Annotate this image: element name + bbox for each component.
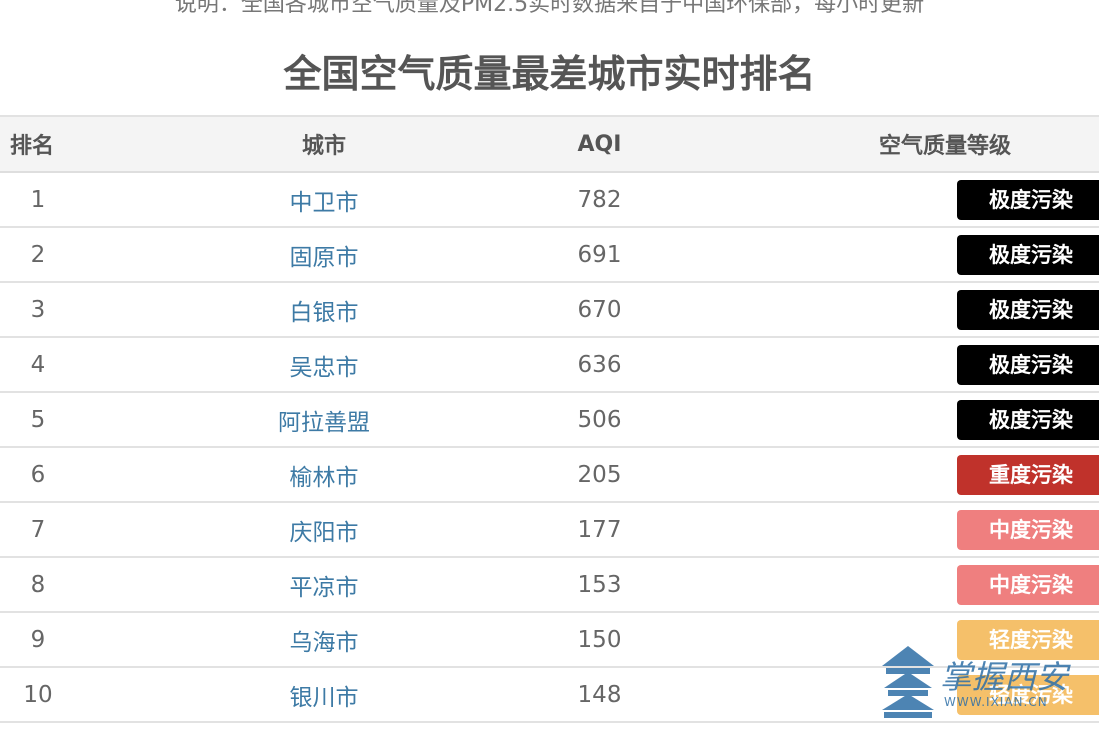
pollution-level-badge: 重度污染 <box>957 454 1099 495</box>
header-level: 空气质量等级 <box>627 115 1099 173</box>
level-cell: 极度污染 <box>627 227 1099 283</box>
watermark-name: 掌握西安 <box>940 658 1069 696</box>
table-row: 4 吴忠市 636 极度污染 <box>0 337 1099 393</box>
pollution-level-badge: 中度污染 <box>957 564 1099 605</box>
pollution-level-badge: 极度污染 <box>957 234 1099 275</box>
aqi-cell: 670 <box>572 282 627 338</box>
table-row: 8 平凉市 153 中度污染 <box>0 557 1099 613</box>
rank-cell: 7 <box>0 502 76 558</box>
level-cell: 极度污染 <box>627 172 1099 228</box>
page-title: 全国空气质量最差城市实时排名 <box>283 52 816 96</box>
watermark-url: WWW.IXIAN.CN <box>944 695 1048 709</box>
header-city: 城市 <box>76 115 572 173</box>
rank-cell: 10 <box>0 667 76 723</box>
rank-cell: 9 <box>0 612 76 668</box>
city-link[interactable]: 吴忠市 <box>76 337 572 393</box>
rank-cell: 2 <box>0 227 76 283</box>
city-link[interactable]: 阿拉善盟 <box>76 392 572 448</box>
table-row: 7 庆阳市 177 中度污染 <box>0 502 1099 558</box>
ranking-table: 排名 城市 AQI 空气质量等级 1 中卫市 782 极度污染 2 固原市 691 极度污染 3… <box>0 115 1099 723</box>
level-cell: 重度污染 <box>627 447 1099 503</box>
level-cell: 极度污染 <box>627 282 1099 338</box>
level-cell: 极度污染 <box>627 392 1099 448</box>
building-logo-icon <box>882 646 934 718</box>
level-cell: 中度污染 <box>627 502 1099 558</box>
aqi-cell: 150 <box>572 612 627 668</box>
city-link[interactable]: 银川市 <box>76 667 572 723</box>
table-row: 1 中卫市 782 极度污染 <box>0 172 1099 228</box>
level-cell: 极度污染 <box>627 337 1099 393</box>
rank-cell: 6 <box>0 447 76 503</box>
city-link[interactable]: 平凉市 <box>76 557 572 613</box>
city-link[interactable]: 榆林市 <box>76 447 572 503</box>
data-source-note: 说明：全国各城市空气质量及PM2.5实时数据来自于中国环保部，每小时更新 <box>174 0 925 17</box>
header-rank: 排名 <box>0 115 76 173</box>
pollution-level-badge: 极度污染 <box>957 179 1099 220</box>
rank-cell: 3 <box>0 282 76 338</box>
aqi-cell: 148 <box>572 667 627 723</box>
rank-cell: 8 <box>0 557 76 613</box>
aqi-cell: 782 <box>572 172 627 228</box>
rank-cell: 5 <box>0 392 76 448</box>
level-cell: 中度污染 <box>627 557 1099 613</box>
rank-cell: 4 <box>0 337 76 393</box>
city-link[interactable]: 乌海市 <box>76 612 572 668</box>
aqi-cell: 177 <box>572 502 627 558</box>
aqi-cell: 205 <box>572 447 627 503</box>
aqi-cell: 636 <box>572 337 627 393</box>
city-link[interactable]: 固原市 <box>76 227 572 283</box>
table-row: 5 阿拉善盟 506 极度污染 <box>0 392 1099 448</box>
pollution-level-badge: 极度污染 <box>957 399 1099 440</box>
table-header-row: 排名 城市 AQI 空气质量等级 <box>0 115 1099 173</box>
watermark: 掌握西安 WWW.IXIAN.CN <box>878 640 1078 720</box>
pollution-level-badge: 极度污染 <box>957 344 1099 385</box>
city-link[interactable]: 白银市 <box>76 282 572 338</box>
page: 说明：全国各城市空气质量及PM2.5实时数据来自于中国环保部，每小时更新 全国空… <box>0 0 1099 748</box>
rank-cell: 1 <box>0 172 76 228</box>
table-row: 3 白银市 670 极度污染 <box>0 282 1099 338</box>
aqi-cell: 153 <box>572 557 627 613</box>
table-row: 2 固原市 691 极度污染 <box>0 227 1099 283</box>
table-row: 6 榆林市 205 重度污染 <box>0 447 1099 503</box>
city-link[interactable]: 中卫市 <box>76 172 572 228</box>
pollution-level-badge: 极度污染 <box>957 289 1099 330</box>
header-aqi: AQI <box>572 115 627 173</box>
aqi-cell: 506 <box>572 392 627 448</box>
city-link[interactable]: 庆阳市 <box>76 502 572 558</box>
aqi-cell: 691 <box>572 227 627 283</box>
pollution-level-badge: 中度污染 <box>957 509 1099 550</box>
